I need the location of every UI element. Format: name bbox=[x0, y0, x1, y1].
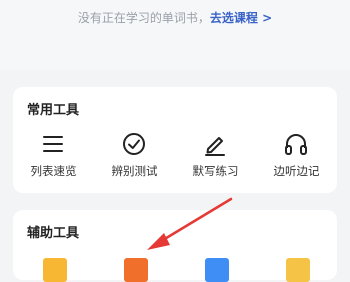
red-annotation-arrow bbox=[147, 197, 233, 250]
